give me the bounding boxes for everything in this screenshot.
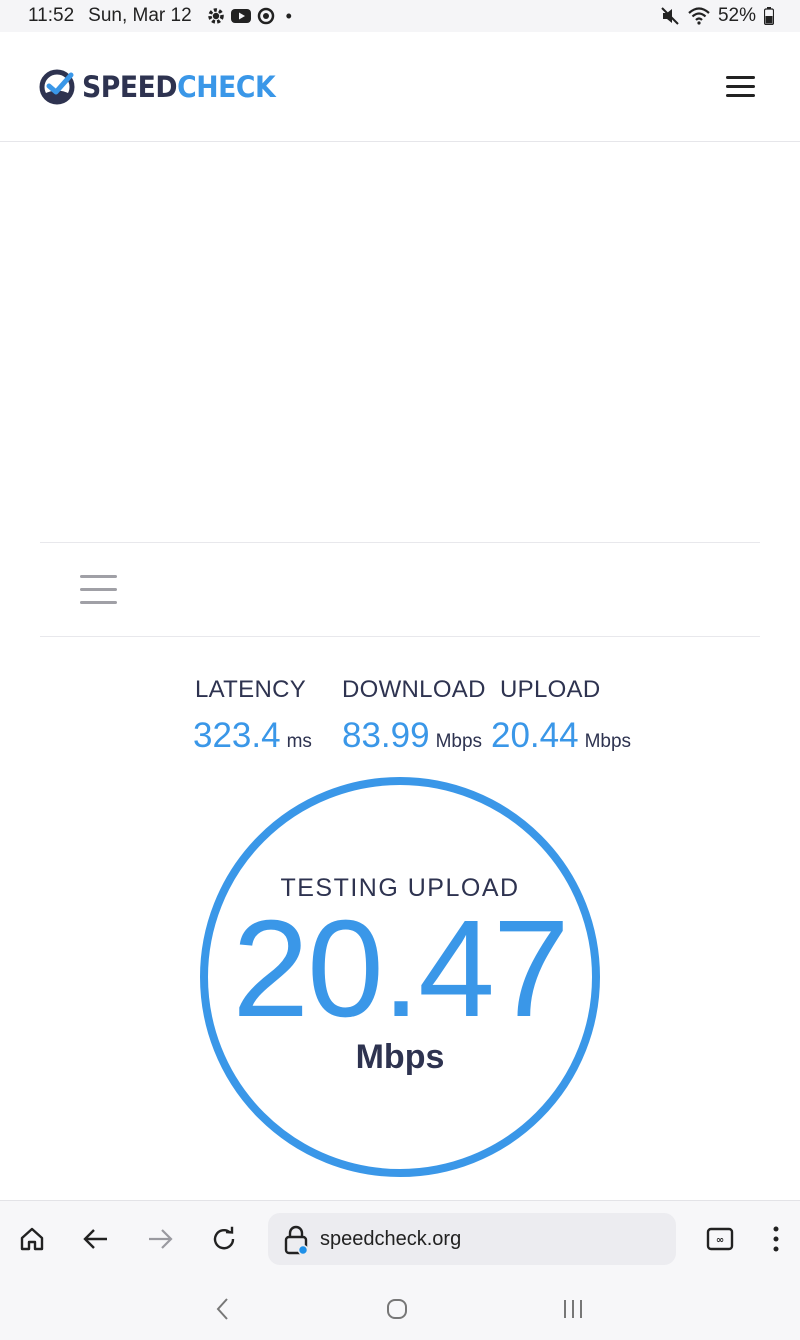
status-date: Sun, Mar 12 (88, 5, 192, 26)
upload-number: 20.44 (491, 716, 579, 755)
home-circle-icon[interactable] (382, 1296, 412, 1322)
upload-label: UPLOAD (500, 676, 601, 703)
address-bar[interactable]: speedcheck.org (268, 1213, 676, 1265)
more-options-icon[interactable] (760, 1223, 792, 1255)
recent-apps-icon[interactable] (558, 1296, 588, 1322)
status-right: 52% (660, 5, 774, 27)
youtube-icon (230, 9, 251, 23)
settings-icon (207, 8, 224, 24)
download-label: DOWNLOAD (342, 676, 486, 703)
status-time: 11:52 (28, 5, 75, 26)
site-header: SPEEDCHECK (0, 32, 800, 142)
mute-icon (661, 7, 679, 25)
tabs-icon[interactable]: ∞ (704, 1223, 736, 1255)
logo-text: SPEEDCHECK (82, 70, 276, 104)
status-left: 11:52 Sun, Mar 12 • (28, 5, 292, 27)
logo-gauge-icon (39, 69, 75, 105)
svg-text:∞: ∞ (716, 1235, 724, 1246)
battery-icon (764, 7, 774, 25)
download-number: 83.99 (342, 716, 430, 755)
gauge-speed-unit: Mbps (355, 1038, 445, 1076)
latency-unit: ms (286, 731, 312, 752)
system-navigation-bar (0, 1276, 800, 1340)
browser-toolbar: speedcheck.org ∞ (0, 1200, 800, 1277)
upload-unit: Mbps (584, 731, 632, 752)
forward-arrow-icon[interactable] (144, 1223, 176, 1255)
download-unit: Mbps (435, 731, 483, 752)
reload-icon[interactable] (208, 1223, 240, 1255)
download-value: 83.99 Mbps (342, 716, 482, 756)
lock-icon (284, 1225, 309, 1255)
url-text: speedcheck.org (320, 1228, 462, 1250)
status-bar: 11:52 Sun, Mar 12 • 52% (0, 0, 800, 32)
wifi-icon (688, 7, 710, 25)
battery-percent: 52% (717, 5, 756, 26)
latency-number: 323.4 (193, 716, 281, 755)
sync-icon (257, 7, 274, 25)
divider-top (40, 542, 760, 543)
status-dot: • (285, 5, 292, 26)
logo-speed: SPEED (82, 70, 178, 104)
latency-label: LATENCY (195, 676, 307, 703)
speedcheck-logo[interactable]: SPEEDCHECK (38, 68, 292, 106)
upload-value: 20.44 Mbps (491, 716, 631, 756)
back-arrow-icon[interactable] (80, 1223, 112, 1255)
secondary-menu-icon[interactable] (80, 575, 118, 605)
back-icon[interactable] (208, 1296, 238, 1322)
logo-check: CHECK (177, 70, 276, 104)
latency-value: 323.4 ms (193, 716, 312, 756)
notification-icons: • (206, 6, 292, 27)
hamburger-menu-icon[interactable] (726, 76, 758, 100)
divider-bottom (40, 636, 760, 637)
gauge-speed-value: 20.47 (232, 892, 569, 1046)
home-icon[interactable] (16, 1223, 48, 1255)
